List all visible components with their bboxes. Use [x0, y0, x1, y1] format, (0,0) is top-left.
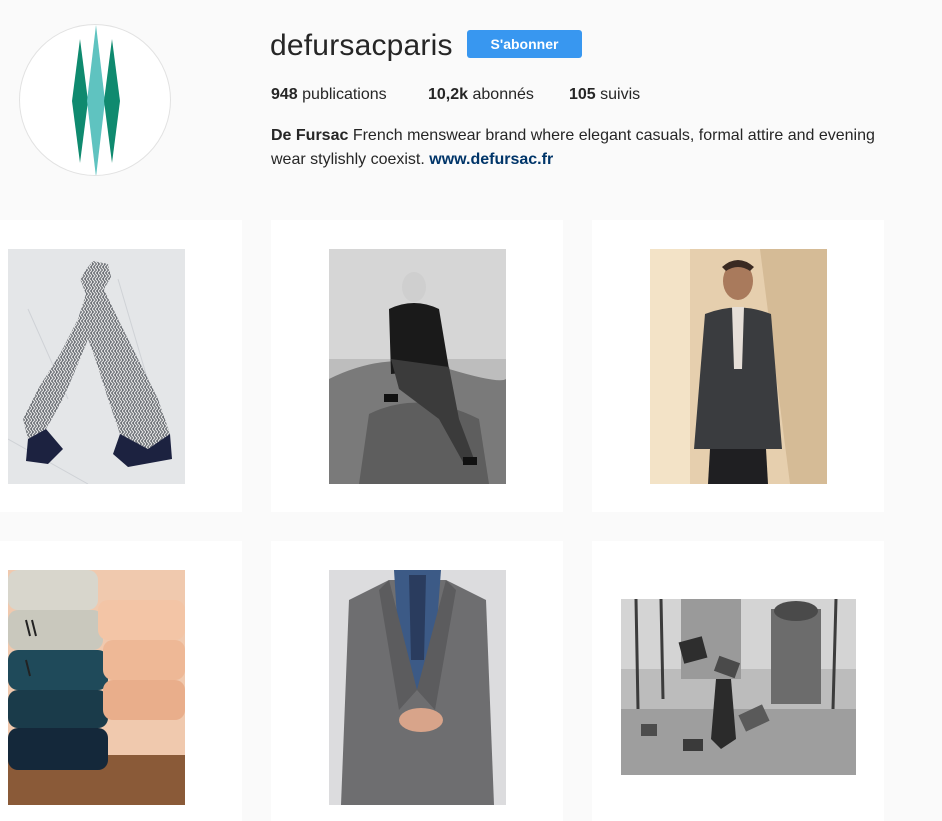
- post-image-portrait: [329, 249, 506, 484]
- bio-name: De Fursac: [271, 127, 349, 144]
- follow-button[interactable]: S'abonner: [467, 30, 582, 58]
- bio-text: French menswear brand where elegant casu…: [271, 127, 875, 168]
- post-image-street: [621, 599, 856, 775]
- stat-publications[interactable]: 948 publications: [271, 85, 387, 105]
- post-tile-3[interactable]: [592, 220, 884, 512]
- post-image-jacket: [650, 249, 827, 484]
- post-tile-1[interactable]: [0, 220, 242, 512]
- stat-following-count: 105: [569, 86, 596, 103]
- stat-following-label: suivis: [600, 86, 641, 103]
- stat-following[interactable]: 105 suivis: [569, 85, 640, 105]
- profile-avatar[interactable]: [19, 24, 171, 176]
- post-tile-6[interactable]: [592, 541, 884, 821]
- post-tile-4[interactable]: [0, 541, 242, 821]
- stat-followers-count: 10,2k: [428, 86, 469, 103]
- stat-followers[interactable]: 10,2k abonnés: [428, 85, 534, 105]
- profile-bio: De Fursac French menswear brand where el…: [271, 124, 891, 172]
- stat-publications-label: publications: [302, 86, 387, 103]
- post-tile-2[interactable]: [271, 220, 563, 512]
- bio-link[interactable]: www.defursac.fr: [429, 151, 553, 168]
- post-tile-5[interactable]: [271, 541, 563, 821]
- profile-username: defursacparis: [270, 29, 453, 62]
- post-image-knitwear: [8, 570, 185, 805]
- post-image-scarf: [8, 249, 185, 484]
- stat-publications-count: 948: [271, 86, 298, 103]
- post-image-suit: [329, 570, 506, 805]
- profile-header: defursacparis S'abonner 948 publications…: [0, 0, 942, 200]
- stat-followers-label: abonnés: [472, 86, 534, 103]
- brand-logo-icon: [72, 25, 120, 175]
